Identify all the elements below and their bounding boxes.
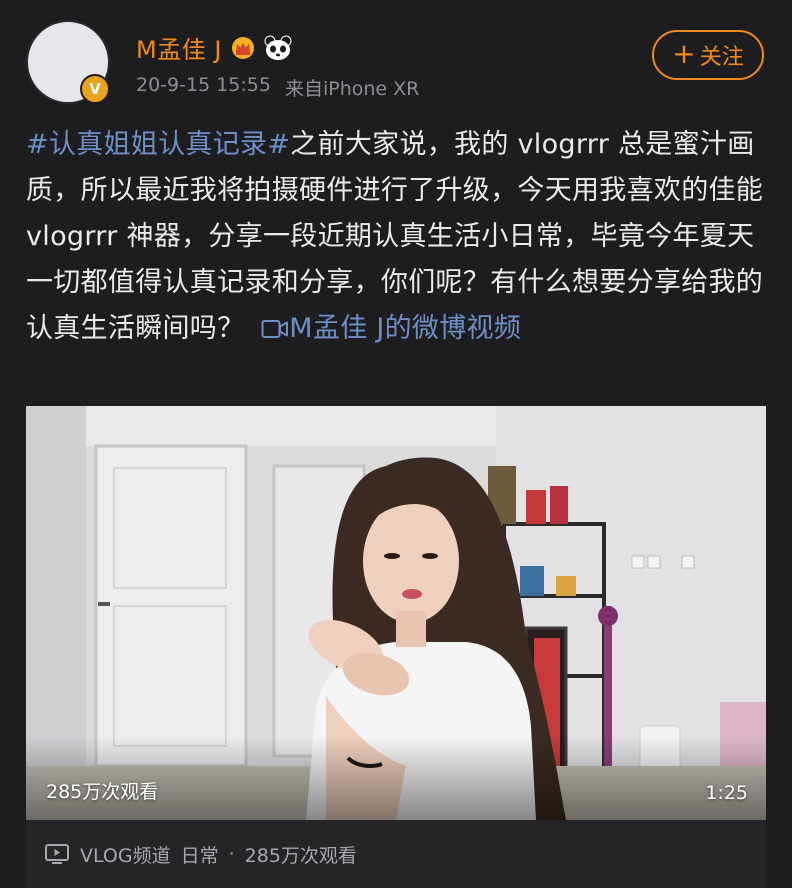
- follow-button-label: 关注: [699, 45, 744, 70]
- tv-icon: [45, 844, 69, 864]
- follow-button[interactable]: + 关注: [652, 30, 764, 80]
- video-views-overlay: 285万次观看: [46, 781, 159, 803]
- post-timestamp: 20-9-15 15:55: [136, 74, 271, 96]
- video-thumbnail: [26, 406, 766, 820]
- video-channel[interactable]: VLOG频道: [80, 841, 171, 868]
- video-player[interactable]: 285万次观看 1:25: [26, 406, 766, 820]
- post-meta: 20-9-15 15:55 来自iPhone XR: [136, 74, 419, 101]
- video-footer[interactable]: VLOG频道 日常 · 285万次观看: [26, 820, 766, 888]
- verified-badge: V: [80, 74, 110, 104]
- video-views: 285万次观看: [244, 844, 357, 867]
- post-body: 之前大家说，我的 vlogrrr 总是蜜汁画质，所以最近我将拍摄硬件进行了升级，…: [26, 129, 764, 344]
- hashtag-link[interactable]: #认真姐姐认真记录#: [26, 129, 290, 160]
- post-source: 来自iPhone XR: [284, 78, 420, 100]
- panda-icon: [264, 35, 292, 60]
- avatar-container[interactable]: V: [26, 20, 110, 104]
- video-link[interactable]: M孟佳 J的微博视频: [289, 313, 521, 344]
- video-duration: 1:25: [705, 782, 748, 804]
- video-category[interactable]: 日常: [181, 841, 219, 868]
- username[interactable]: M孟佳 J: [136, 30, 222, 65]
- username-row: M孟佳 J: [136, 30, 292, 65]
- crown-icon: [231, 36, 254, 59]
- video-link-icon[interactable]: [261, 319, 289, 339]
- footer-separator: ·: [228, 843, 235, 865]
- weibo-post: V M孟佳 J 20-9-15 15:55 来自iPhone XR + 关注 #…: [0, 0, 792, 888]
- post-text: #认真姐姐认真记录#之前大家说，我的 vlogrrr 总是蜜汁画质，所以最近我将…: [26, 122, 766, 352]
- plus-icon: +: [672, 37, 696, 70]
